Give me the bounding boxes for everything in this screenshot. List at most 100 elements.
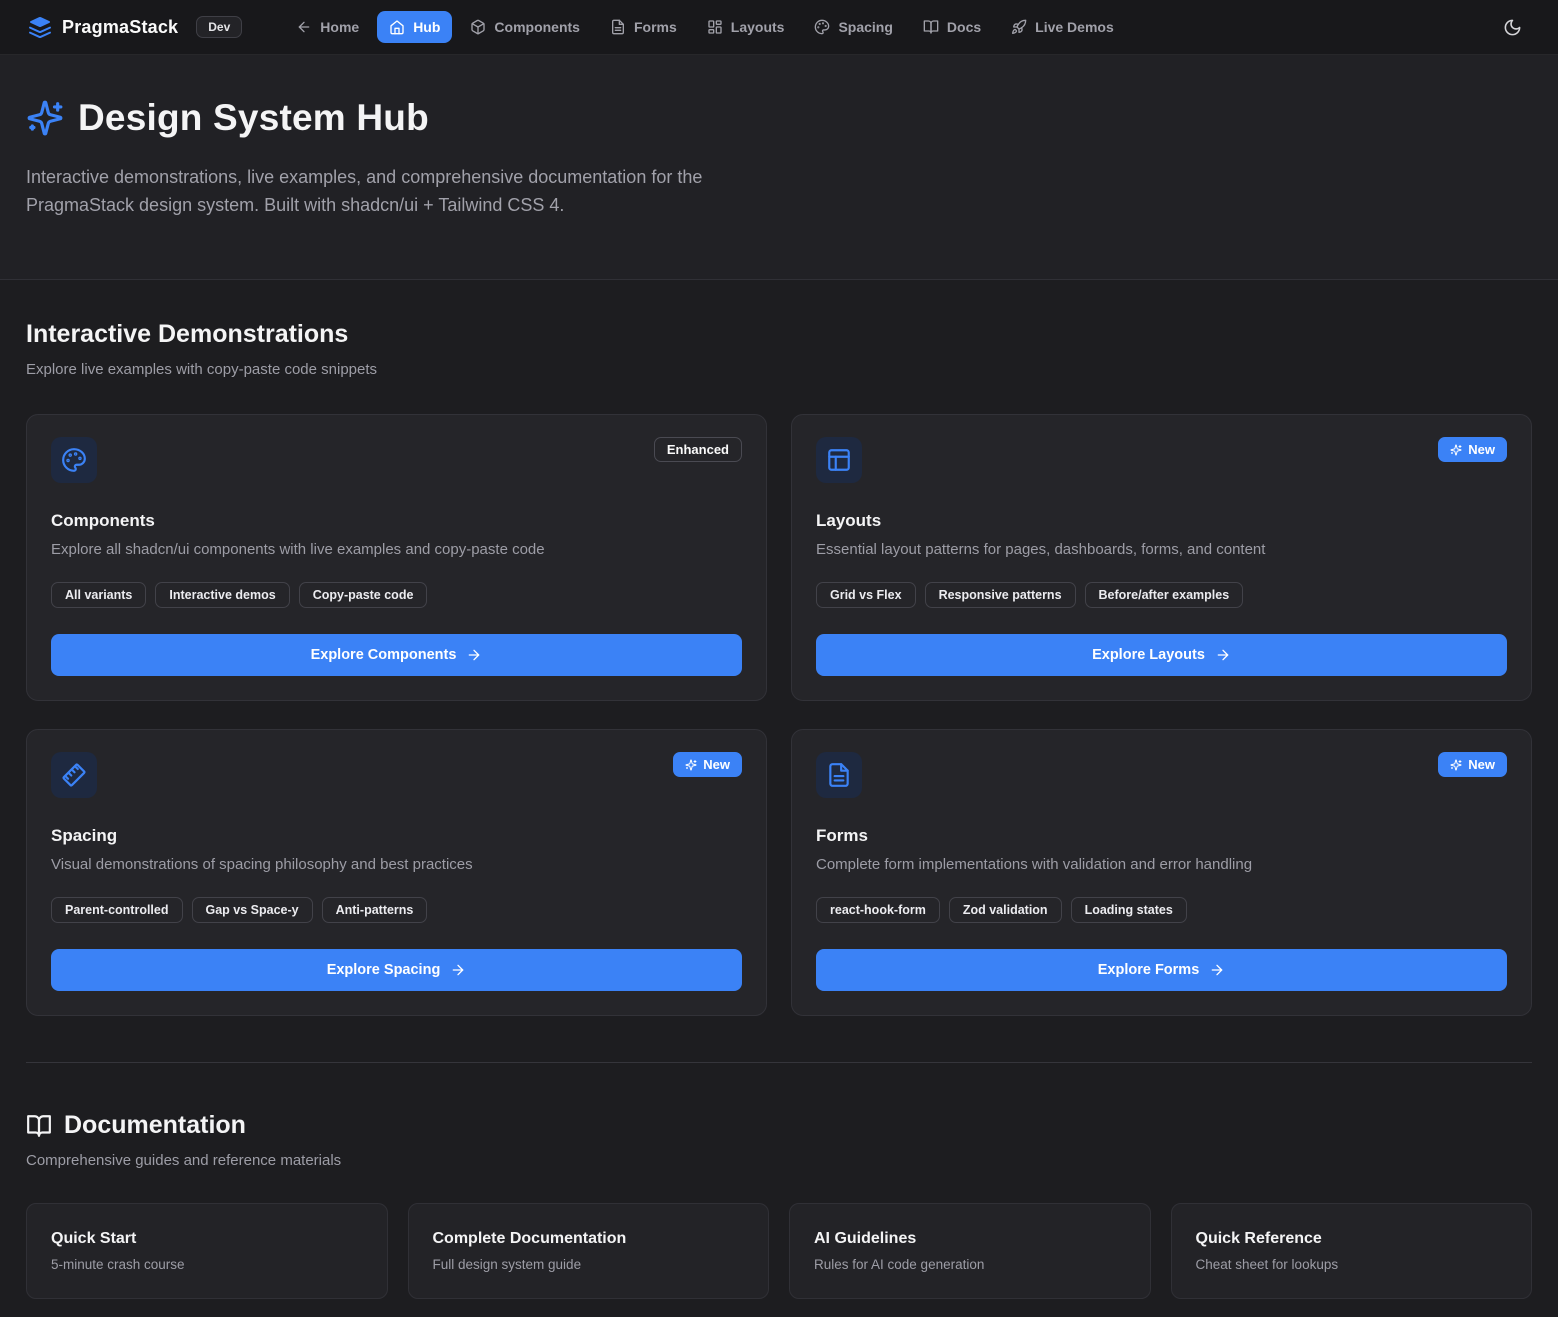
tag: Parent-controlled — [51, 897, 183, 923]
tag: Before/after examples — [1085, 582, 1244, 608]
card-description: Visual demonstrations of spacing philoso… — [51, 856, 742, 873]
doc-card-quick-start[interactable]: Quick Start 5-minute crash course — [26, 1203, 388, 1299]
sparkles-icon — [26, 99, 64, 137]
palette-icon — [51, 437, 97, 483]
nav-label: Docs — [947, 19, 981, 35]
nav-item-live-demos[interactable]: Live Demos — [999, 11, 1126, 43]
demo-card-components: Enhanced Components Explore all shadcn/u… — [26, 414, 767, 701]
nav-label: Live Demos — [1035, 19, 1114, 35]
file-text-icon — [816, 752, 862, 798]
badge-label: New — [703, 757, 730, 772]
layout-dashboard-icon — [707, 19, 723, 35]
page-title: Design System Hub — [78, 97, 429, 139]
hero-section: Design System Hub Interactive demonstrat… — [0, 55, 1558, 280]
tag: Grid vs Flex — [816, 582, 916, 608]
badge-label: New — [1468, 757, 1495, 772]
moon-icon — [1503, 18, 1522, 37]
brand[interactable]: PragmaStack — [28, 15, 178, 39]
explore-layouts-button[interactable]: Explore Layouts — [816, 634, 1507, 676]
nav-label: Home — [320, 19, 359, 35]
card-title: Spacing — [51, 826, 742, 846]
doc-card-complete-documentation[interactable]: Complete Documentation Full design syste… — [408, 1203, 770, 1299]
card-description: Essential layout patterns for pages, das… — [816, 541, 1507, 558]
rocket-icon — [1011, 19, 1027, 35]
sparkles-icon — [685, 759, 697, 771]
badge-label: New — [1468, 442, 1495, 457]
home-icon — [389, 19, 405, 35]
card-description: Cheat sheet for lookups — [1196, 1257, 1508, 1272]
layers-logo-icon — [28, 15, 52, 39]
arrow-right-icon — [1209, 962, 1225, 978]
card-description: Full design system guide — [433, 1257, 745, 1272]
nav-item-components[interactable]: Components — [458, 11, 592, 43]
demo-card-layouts: New Layouts Essential layout patterns fo… — [791, 414, 1532, 701]
card-title: Forms — [816, 826, 1507, 846]
tag: Anti-patterns — [322, 897, 428, 923]
tag: Copy-paste code — [299, 582, 428, 608]
card-title: Components — [51, 511, 742, 531]
docs-card-grid: Quick Start 5-minute crash course Comple… — [26, 1203, 1532, 1317]
arrow-right-icon — [1215, 647, 1231, 663]
explore-components-button[interactable]: Explore Components — [51, 634, 742, 676]
env-badge: Dev — [196, 16, 242, 38]
card-title: Quick Start — [51, 1230, 363, 1248]
button-label: Explore Spacing — [327, 962, 441, 978]
demo-card-grid: Enhanced Components Explore all shadcn/u… — [26, 414, 1532, 1016]
theme-toggle-button[interactable] — [1495, 10, 1530, 45]
button-label: Explore Components — [311, 647, 457, 663]
nav-label: Forms — [634, 19, 677, 35]
tag-row: All variants Interactive demos Copy-past… — [51, 582, 742, 608]
doc-card-quick-reference[interactable]: Quick Reference Cheat sheet for lookups — [1171, 1203, 1533, 1299]
ruler-icon — [51, 752, 97, 798]
box-icon — [470, 19, 486, 35]
book-open-icon — [26, 1113, 52, 1139]
card-title: Complete Documentation — [433, 1230, 745, 1248]
tag: Loading states — [1071, 897, 1187, 923]
docs-subheading: Comprehensive guides and reference mater… — [26, 1152, 1532, 1169]
nav-item-layouts[interactable]: Layouts — [695, 11, 797, 43]
nav-item-spacing[interactable]: Spacing — [802, 11, 904, 43]
card-description: Rules for AI code generation — [814, 1257, 1126, 1272]
palette-icon — [814, 19, 830, 35]
arrow-right-icon — [466, 647, 482, 663]
nav-label: Spacing — [838, 19, 892, 35]
tag-row: Parent-controlled Gap vs Space-y Anti-pa… — [51, 897, 742, 923]
tag-row: Grid vs Flex Responsive patterns Before/… — [816, 582, 1507, 608]
card-title: AI Guidelines — [814, 1230, 1126, 1248]
top-navbar: PragmaStack Dev Home Hub Components Form… — [0, 0, 1558, 55]
docs-heading: Documentation — [64, 1111, 246, 1140]
tag: Zod validation — [949, 897, 1062, 923]
nav-item-forms[interactable]: Forms — [598, 11, 689, 43]
card-description: Explore all shadcn/ui components with li… — [51, 541, 742, 558]
arrow-right-icon — [450, 962, 466, 978]
nav-label: Components — [494, 19, 580, 35]
doc-card-ai-guidelines[interactable]: AI Guidelines Rules for AI code generati… — [789, 1203, 1151, 1299]
nav-item-hub[interactable]: Hub — [377, 11, 452, 43]
file-text-icon — [610, 19, 626, 35]
explore-spacing-button[interactable]: Explore Spacing — [51, 949, 742, 991]
main-content: Interactive Demonstrations Explore live … — [0, 280, 1558, 1317]
brand-name: PragmaStack — [62, 17, 178, 38]
section-divider — [26, 1062, 1532, 1063]
card-description: 5-minute crash course — [51, 1257, 363, 1272]
explore-forms-button[interactable]: Explore Forms — [816, 949, 1507, 991]
demo-card-spacing: New Spacing Visual demonstrations of spa… — [26, 729, 767, 1016]
tag: Responsive patterns — [925, 582, 1076, 608]
card-title: Quick Reference — [1196, 1230, 1508, 1248]
book-open-icon — [923, 19, 939, 35]
main-nav: Home Hub Components Forms Layouts Spacin… — [284, 11, 1487, 43]
tag: react-hook-form — [816, 897, 940, 923]
panels-top-left-icon — [816, 437, 862, 483]
tag: Interactive demos — [155, 582, 289, 608]
nav-item-home[interactable]: Home — [284, 11, 371, 43]
status-badge: Enhanced — [654, 437, 742, 462]
demos-heading: Interactive Demonstrations — [26, 320, 1532, 349]
arrow-left-icon — [296, 19, 312, 35]
nav-item-docs[interactable]: Docs — [911, 11, 993, 43]
tag-row: react-hook-form Zod validation Loading s… — [816, 897, 1507, 923]
page-subtitle: Interactive demonstrations, live example… — [26, 163, 771, 219]
sparkles-icon — [1450, 444, 1462, 456]
tag: All variants — [51, 582, 146, 608]
card-description: Complete form implementations with valid… — [816, 856, 1507, 873]
status-badge: New — [673, 752, 742, 777]
